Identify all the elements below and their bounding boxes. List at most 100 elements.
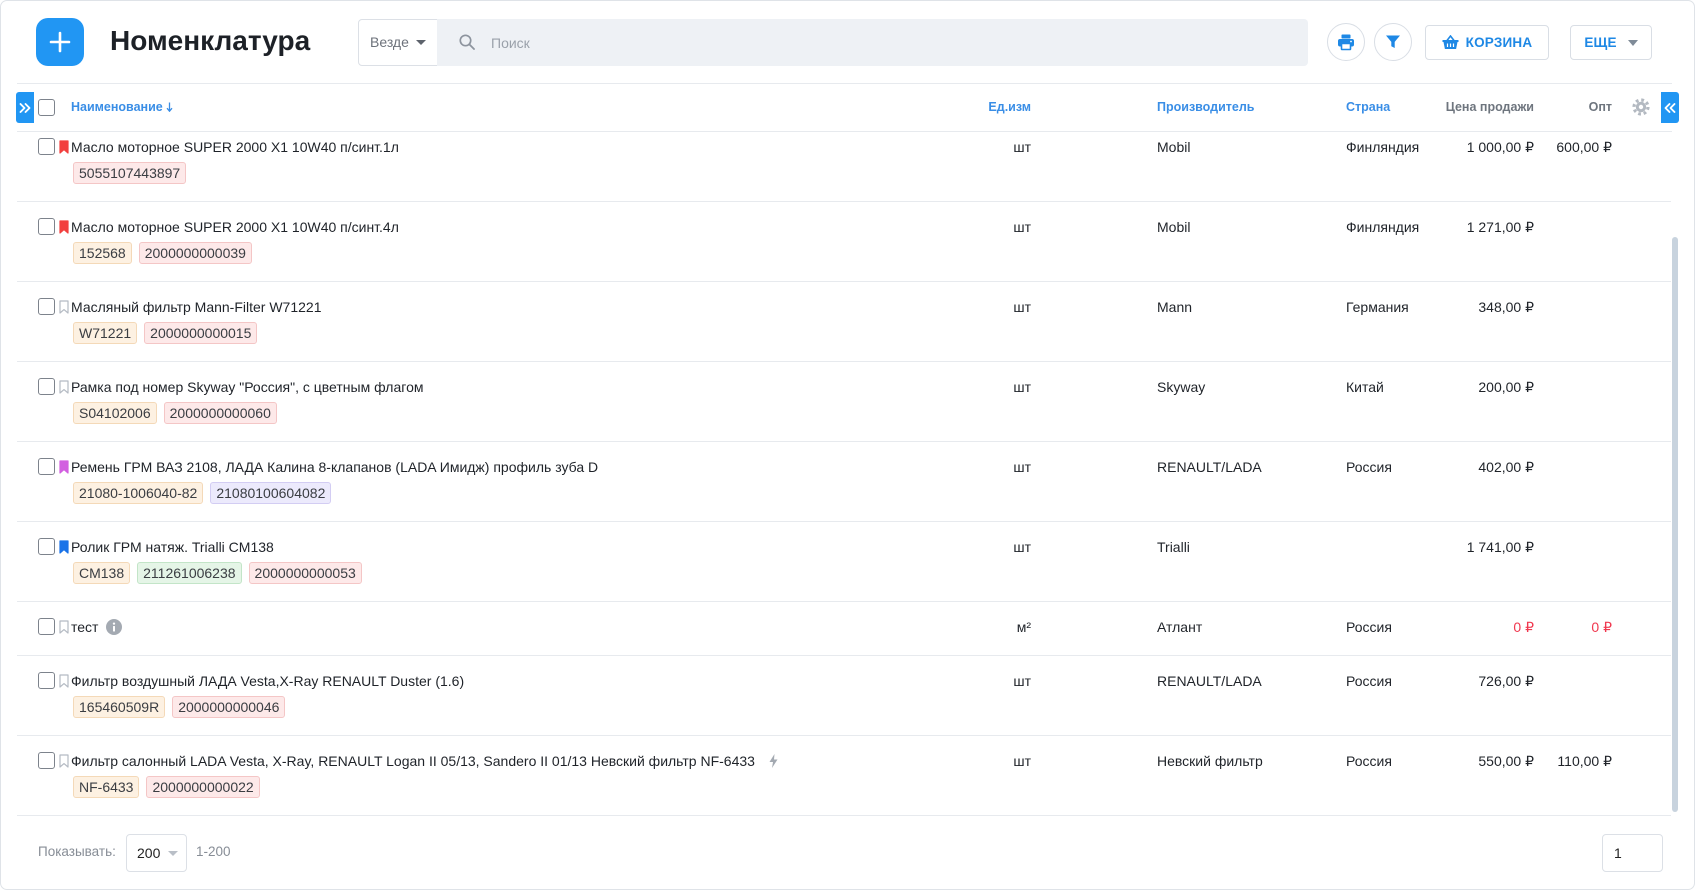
column-header-opt[interactable]: Опт bbox=[1552, 98, 1612, 116]
row-checkbox[interactable] bbox=[38, 752, 55, 769]
unit-cell: шт bbox=[1013, 753, 1031, 769]
table-body: Масло моторное SUPER 2000 X1 10W40 п/син… bbox=[17, 132, 1672, 817]
page-number-input[interactable] bbox=[1602, 834, 1663, 872]
item-name-cell[interactable]: Ремень ГРМ ВАЗ 2108, ЛАДА Калина 8-клапа… bbox=[71, 458, 598, 476]
column-header-country[interactable]: Страна bbox=[1346, 98, 1390, 116]
bookmark-icon[interactable] bbox=[59, 380, 69, 394]
select-all-checkbox[interactable] bbox=[38, 99, 55, 116]
bookmark-icon[interactable] bbox=[59, 540, 69, 554]
cart-label: КОРЗИНА bbox=[1465, 35, 1533, 50]
item-name[interactable]: Рамка под номер Skyway "Россия", с цветн… bbox=[71, 378, 423, 396]
item-name[interactable]: Ремень ГРМ ВАЗ 2108, ЛАДА Калина 8-клапа… bbox=[71, 458, 598, 476]
table-row[interactable]: тест м² Атлант Россия 0 ₽0 ₽ bbox=[17, 602, 1671, 656]
column-label-opt: Опт bbox=[1588, 100, 1612, 114]
item-name-cell[interactable]: Фильтр салонный LADA Vesta, X-Ray, RENAU… bbox=[71, 752, 778, 770]
sale-price-cell: 1 271,00 ₽ bbox=[1466, 219, 1534, 235]
cart-button[interactable]: КОРЗИНА bbox=[1425, 25, 1549, 60]
bookmark-icon[interactable] bbox=[59, 220, 69, 234]
more-label: ЕЩЕ bbox=[1584, 35, 1617, 50]
item-name[interactable]: Фильтр воздушный ЛАДА Vesta,X-Ray RENAUL… bbox=[71, 672, 464, 690]
column-header-price[interactable]: Цена продажи bbox=[1414, 98, 1534, 116]
manufacturer-cell: Skyway bbox=[1157, 379, 1206, 395]
code-tags: 5055107443897 bbox=[73, 162, 187, 184]
bookmark-icon[interactable] bbox=[59, 754, 69, 768]
item-name[interactable]: Фильтр салонный LADA Vesta, X-Ray, RENAU… bbox=[71, 752, 755, 770]
sort-arrow-down-icon bbox=[166, 102, 173, 112]
print-button[interactable] bbox=[1327, 23, 1365, 61]
table-row[interactable]: Ролик ГРМ натяж. Trialli CM138 CM138 21126… bbox=[17, 522, 1671, 602]
item-name[interactable]: тест bbox=[71, 618, 98, 636]
manufacturer-cell: RENAULT/LADA bbox=[1157, 459, 1262, 475]
row-checkbox[interactable] bbox=[38, 138, 55, 155]
item-name[interactable]: Масло моторное SUPER 2000 X1 10W40 п/син… bbox=[71, 138, 399, 156]
item-name[interactable]: Масло моторное SUPER 2000 X1 10W40 п/син… bbox=[71, 218, 399, 236]
code-tag: W71221 bbox=[73, 322, 138, 344]
page-title: Номенклатура bbox=[110, 25, 311, 56]
item-name[interactable]: Масляный фильтр Mann-Filter W71221 bbox=[71, 298, 321, 316]
bookmark-icon[interactable] bbox=[59, 140, 69, 154]
sale-price-cell: 200,00 ₽ bbox=[1478, 379, 1534, 395]
table-row[interactable]: Ремень ГРМ ВАЗ 2108, ЛАДА Калина 8-клапа… bbox=[17, 442, 1671, 522]
code-tags: NF-6433 2000000000022 bbox=[73, 776, 260, 798]
collapse-panel-button[interactable] bbox=[1661, 92, 1679, 123]
row-checkbox[interactable] bbox=[38, 298, 55, 315]
table-row[interactable]: Фильтр воздушный ЛАДА Vesta,X-Ray RENAUL… bbox=[17, 656, 1671, 736]
country-cell: Россия bbox=[1346, 673, 1392, 689]
double-chevron-left-icon bbox=[1664, 102, 1676, 114]
app-window: Номенклатура Везде КОРЗИНА ЕЩЕ bbox=[0, 0, 1695, 890]
item-name[interactable]: Ролик ГРМ натяж. Trialli CM138 bbox=[71, 538, 274, 556]
item-name-cell[interactable]: Фильтр воздушный ЛАДА Vesta,X-Ray RENAUL… bbox=[71, 672, 464, 690]
column-header-manufacturer[interactable]: Производитель bbox=[1157, 98, 1254, 116]
column-header-name[interactable]: Наименование bbox=[71, 98, 173, 116]
row-checkbox[interactable] bbox=[38, 672, 55, 689]
search-scope-select[interactable]: Везде bbox=[358, 19, 438, 66]
bookmark-icon[interactable] bbox=[59, 674, 69, 688]
unit-cell: шт bbox=[1013, 139, 1031, 155]
row-checkbox[interactable] bbox=[38, 618, 55, 635]
table-row[interactable]: Рамка под номер Skyway "Россия", с цветн… bbox=[17, 362, 1671, 442]
bookmark-icon[interactable] bbox=[59, 460, 69, 474]
table-scrollbar[interactable] bbox=[1672, 237, 1678, 812]
table-row[interactable]: Масло моторное SUPER 2000 X1 10W40 п/син… bbox=[17, 202, 1671, 282]
unit-cell: шт bbox=[1013, 539, 1031, 555]
row-checkbox[interactable] bbox=[38, 538, 55, 555]
add-item-button[interactable] bbox=[36, 18, 84, 66]
table-row[interactable]: Масло моторное SUPER 2000 X1 10W40 п/син… bbox=[17, 132, 1671, 202]
info-icon[interactable] bbox=[106, 619, 123, 635]
manufacturer-cell: Mobil bbox=[1157, 219, 1191, 235]
item-name-cell[interactable]: Масло моторное SUPER 2000 X1 10W40 п/син… bbox=[71, 138, 399, 156]
search-input[interactable] bbox=[491, 19, 1291, 66]
item-range: 1-200 bbox=[196, 844, 231, 859]
page-size-label: Показывать: bbox=[38, 844, 116, 859]
column-header-unit[interactable]: Ед.изм bbox=[971, 98, 1031, 116]
filter-icon bbox=[1385, 34, 1401, 50]
row-checkbox[interactable] bbox=[38, 458, 55, 475]
double-chevron-right-icon bbox=[19, 102, 31, 114]
code-tag: 2000000000060 bbox=[163, 402, 277, 424]
expand-panel-button[interactable] bbox=[16, 92, 34, 123]
item-name-cell[interactable]: Рамка под номер Skyway "Россия", с цветн… bbox=[71, 378, 423, 396]
manufacturer-cell: RENAULT/LADA bbox=[1157, 673, 1262, 689]
sale-price-cell: 1 741,00 ₽ bbox=[1466, 539, 1534, 555]
country-cell: Россия bbox=[1346, 459, 1392, 475]
item-name-cell[interactable]: Масло моторное SUPER 2000 X1 10W40 п/син… bbox=[71, 218, 399, 236]
more-button[interactable]: ЕЩЕ bbox=[1570, 25, 1652, 60]
bookmark-icon[interactable] bbox=[59, 300, 69, 314]
item-name-cell[interactable]: Масляный фильтр Mann-Filter W71221 bbox=[71, 298, 321, 316]
code-tag: 2000000000046 bbox=[172, 696, 286, 718]
table-row[interactable]: Масляный фильтр Mann-Filter W71221 W71221… bbox=[17, 282, 1671, 362]
item-name-cell[interactable]: Ролик ГРМ натяж. Trialli CM138 bbox=[71, 538, 274, 556]
code-tags: S04102006 2000000000060 bbox=[73, 402, 277, 424]
country-cell: Россия bbox=[1346, 619, 1392, 635]
gear-icon[interactable] bbox=[1632, 98, 1650, 116]
row-checkbox[interactable] bbox=[38, 218, 55, 235]
bookmark-icon[interactable] bbox=[59, 620, 69, 634]
column-label-manufacturer: Производитель bbox=[1157, 100, 1255, 114]
filter-button[interactable] bbox=[1374, 23, 1412, 61]
code-tag: 2000000000053 bbox=[248, 562, 362, 584]
chevron-down-icon bbox=[1627, 39, 1638, 46]
page-size-select[interactable]: 200 bbox=[126, 834, 187, 872]
row-checkbox[interactable] bbox=[38, 378, 55, 395]
item-name-cell[interactable]: тест bbox=[71, 618, 123, 636]
table-row[interactable]: Фильтр салонный LADA Vesta, X-Ray, RENAU… bbox=[17, 736, 1671, 816]
